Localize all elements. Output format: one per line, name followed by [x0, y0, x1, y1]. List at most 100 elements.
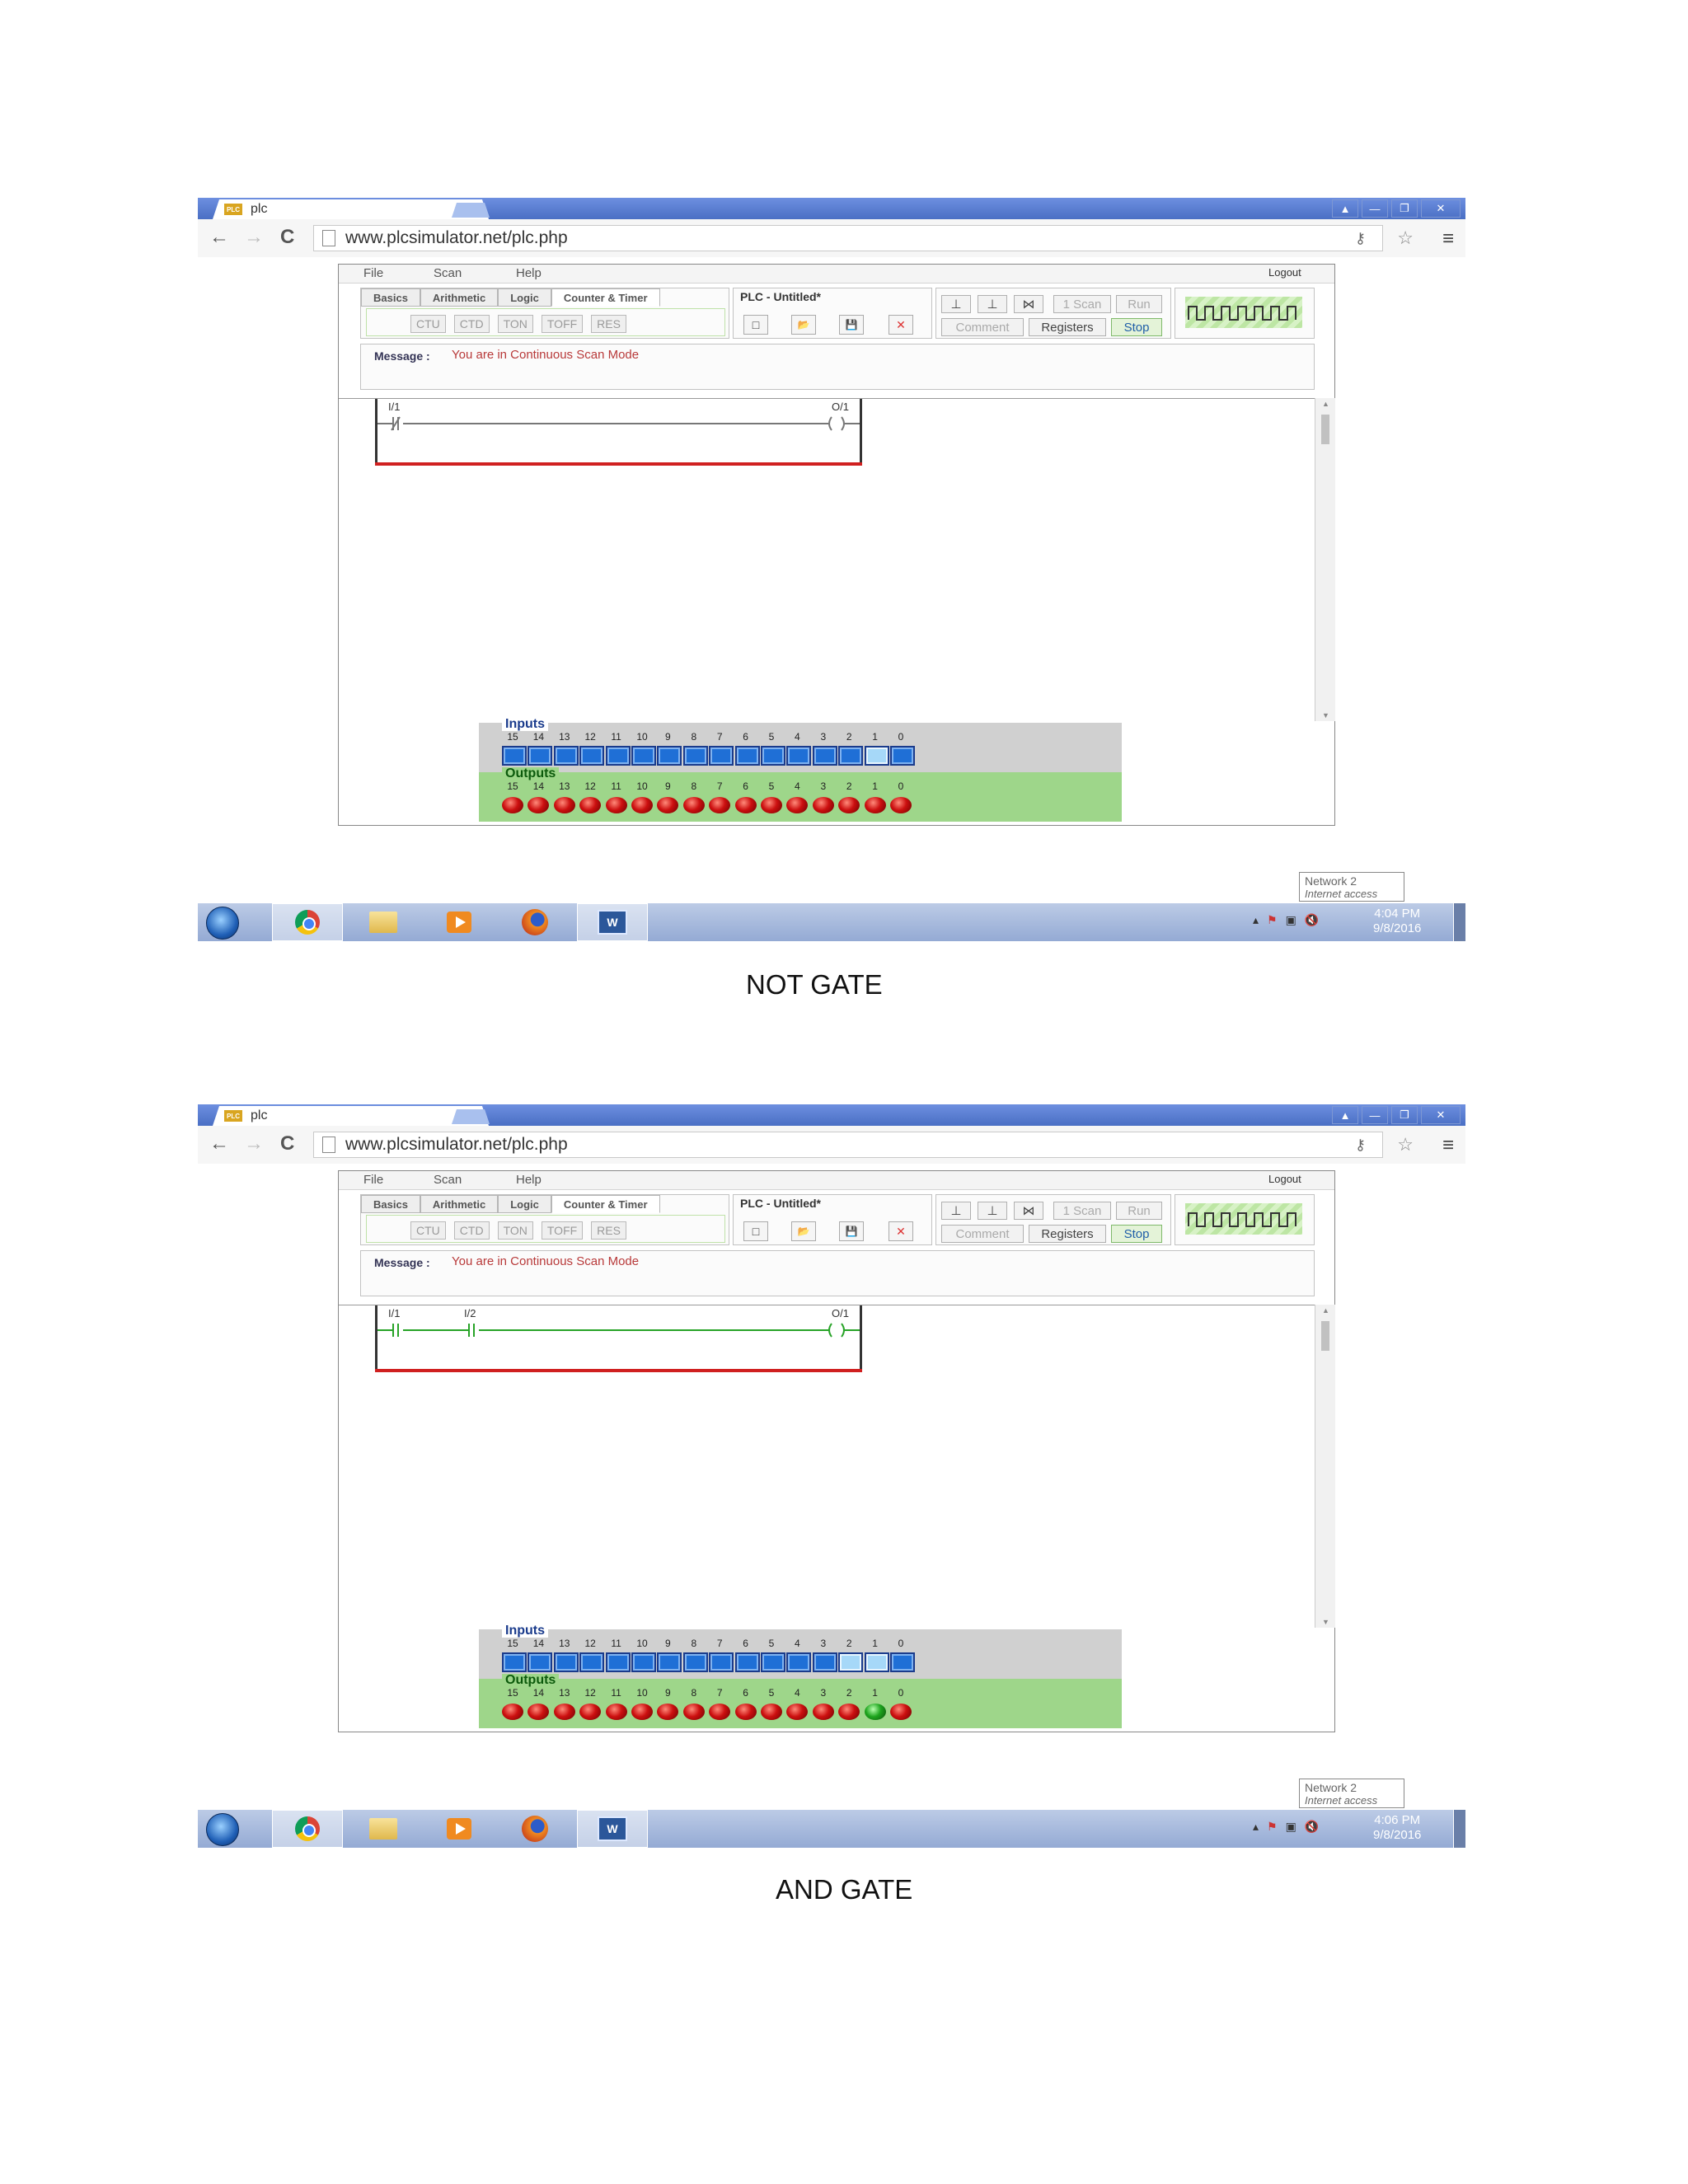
ladder-scrollbar[interactable]: ▲ ▼	[1315, 398, 1335, 721]
input-switch-9[interactable]	[657, 746, 682, 766]
address-bar[interactable]: www.plcsimulator.net/plc.php ⚷ ☆	[313, 225, 1414, 251]
scroll-down-arrow-icon[interactable]: ▼	[1322, 711, 1329, 719]
input-switch-5[interactable]	[761, 1652, 785, 1672]
taskbar-firefox[interactable]	[499, 903, 570, 941]
window-minimize-button[interactable]: —	[1362, 199, 1388, 218]
menu-scan[interactable]: Scan	[434, 1173, 462, 1187]
insert-rung-above-icon[interactable]: ⊥	[941, 295, 971, 313]
tab-basics[interactable]: Basics	[361, 288, 420, 307]
insert-rung-below-icon[interactable]: ⊥	[978, 295, 1007, 313]
input-switch-1[interactable]	[864, 1652, 889, 1672]
tab-arithmetic[interactable]: Arithmetic	[420, 1195, 499, 1213]
input-switch-6[interactable]	[734, 1652, 760, 1672]
scroll-thumb[interactable]	[1321, 415, 1329, 444]
input-switch-14[interactable]	[528, 1652, 553, 1672]
action-center-flag-icon[interactable]: ⚑	[1267, 913, 1278, 927]
ton-button[interactable]: TON	[497, 315, 533, 333]
taskbar-word[interactable]: W	[577, 903, 648, 941]
delete-rung-icon[interactable]: ⋈	[1014, 1202, 1043, 1220]
toff-button[interactable]: TOFF	[541, 315, 584, 333]
close-file-icon[interactable]: ✕	[889, 1221, 913, 1241]
tray-expand-icon[interactable]: ▴	[1253, 1820, 1259, 1834]
taskbar-firefox[interactable]	[499, 1810, 570, 1848]
start-button-icon[interactable]	[206, 907, 239, 940]
new-tab-button[interactable]	[452, 203, 490, 218]
ton-button[interactable]: TON	[497, 1221, 533, 1240]
run-button[interactable]: Run	[1116, 295, 1162, 313]
logout-link[interactable]: Logout	[1268, 266, 1301, 279]
taskbar-chrome[interactable]	[272, 903, 343, 941]
taskbar-media-player[interactable]	[424, 903, 495, 941]
input-switch-11[interactable]	[605, 746, 631, 766]
star-icon[interactable]: ☆	[1397, 227, 1414, 249]
open-folder-icon[interactable]: 📂	[791, 1221, 816, 1241]
input-switch-13[interactable]	[553, 746, 579, 766]
window-restore-button[interactable]: ❐	[1391, 1106, 1418, 1124]
open-folder-icon[interactable]: 📂	[791, 315, 816, 335]
input-switch-9[interactable]	[657, 1652, 682, 1672]
ladder-editor[interactable]: I/1 I/2 O/1	[339, 1305, 1315, 1629]
ctd-button[interactable]: CTD	[453, 1221, 490, 1240]
taskbar-word[interactable]: W	[577, 1810, 648, 1848]
input-switch-10[interactable]	[631, 746, 656, 766]
menu-file[interactable]: File	[363, 1173, 383, 1187]
show-desktop-button[interactable]	[1453, 1810, 1465, 1848]
network-tray-icon[interactable]: ▣	[1286, 1820, 1296, 1834]
scroll-thumb[interactable]	[1321, 1321, 1329, 1351]
input-switch-4[interactable]	[786, 746, 812, 766]
input-switch-12[interactable]	[579, 1652, 605, 1672]
ladder-rung[interactable]	[339, 1305, 866, 1355]
tab-logic[interactable]: Logic	[498, 288, 551, 307]
registers-button[interactable]: Registers	[1029, 1225, 1106, 1243]
input-switch-7[interactable]	[709, 1652, 734, 1672]
new-tab-button[interactable]	[452, 1109, 490, 1124]
chrome-menu-icon[interactable]: ≡	[1442, 1134, 1454, 1157]
tab-basics[interactable]: Basics	[361, 1195, 420, 1213]
input-switch-8[interactable]	[682, 1652, 708, 1672]
taskbar-clock[interactable]: 4:06 PM 9/8/2016	[1373, 1813, 1421, 1843]
volume-muted-icon[interactable]: 🔇	[1305, 913, 1319, 927]
input-switch-14[interactable]	[528, 746, 553, 766]
browser-tab[interactable]: PLC plc ×	[213, 199, 489, 219]
key-icon[interactable]: ⚷	[1355, 230, 1366, 247]
input-switch-1[interactable]	[864, 746, 889, 766]
forward-arrow-icon[interactable]: →	[244, 1132, 264, 1155]
close-file-icon[interactable]: ✕	[889, 315, 913, 335]
input-switch-4[interactable]	[786, 1652, 812, 1672]
back-arrow-icon[interactable]: ←	[209, 1132, 229, 1155]
show-desktop-button[interactable]	[1453, 903, 1465, 941]
new-file-icon[interactable]: □	[743, 1221, 768, 1241]
chrome-menu-icon[interactable]: ≡	[1442, 227, 1454, 251]
tab-arithmetic[interactable]: Arithmetic	[420, 288, 499, 307]
input-switch-6[interactable]	[734, 746, 760, 766]
input-switch-8[interactable]	[682, 746, 708, 766]
volume-muted-icon[interactable]: 🔇	[1305, 1820, 1319, 1834]
registers-button[interactable]: Registers	[1029, 318, 1106, 336]
taskbar-media-player[interactable]	[424, 1810, 495, 1848]
scroll-down-arrow-icon[interactable]: ▼	[1322, 1618, 1329, 1626]
input-switch-0[interactable]	[890, 746, 915, 766]
stop-button[interactable]: Stop	[1111, 1225, 1162, 1243]
ctu-button[interactable]: CTU	[410, 315, 446, 333]
output-coil[interactable]	[828, 416, 845, 431]
toff-button[interactable]: TOFF	[541, 1221, 584, 1240]
input-switch-2[interactable]	[838, 1652, 864, 1672]
menu-scan[interactable]: Scan	[434, 266, 462, 280]
window-user-button[interactable]: ▲	[1332, 1106, 1358, 1124]
taskbar-chrome[interactable]	[272, 1810, 343, 1848]
comment-button[interactable]: Comment	[941, 1225, 1024, 1243]
no-contact-2[interactable]	[464, 1324, 475, 1337]
ladder-scrollbar[interactable]: ▲ ▼	[1315, 1305, 1335, 1628]
input-switch-11[interactable]	[605, 1652, 631, 1672]
one-scan-button[interactable]: 1 Scan	[1053, 295, 1111, 313]
one-scan-button[interactable]: 1 Scan	[1053, 1202, 1111, 1220]
tab-counter-timer[interactable]: Counter & Timer	[551, 1195, 660, 1213]
action-center-flag-icon[interactable]: ⚑	[1267, 1820, 1278, 1834]
ctu-button[interactable]: CTU	[410, 1221, 446, 1240]
input-switch-2[interactable]	[838, 746, 864, 766]
back-arrow-icon[interactable]: ←	[209, 226, 229, 249]
reload-icon[interactable]: C	[280, 1132, 294, 1155]
no-contact-1[interactable]	[388, 1324, 399, 1337]
menu-help[interactable]: Help	[516, 266, 542, 280]
input-switch-13[interactable]	[553, 1652, 579, 1672]
